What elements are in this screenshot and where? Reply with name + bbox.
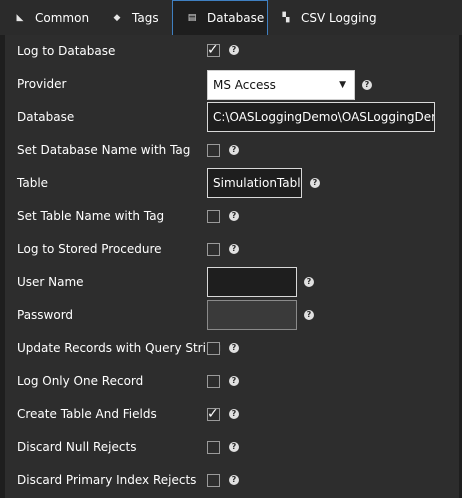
log-to-stored-procedure-checkbox[interactable] [207,243,220,256]
table-label: Table [17,176,49,190]
password-label: Password [17,308,74,322]
user-name-field[interactable] [207,267,297,297]
help-icon[interactable]: ? [229,244,239,254]
help-icon[interactable]: ? [304,277,314,287]
tab-database[interactable]: ▤ Database [172,0,268,35]
check-icon: ✓ [207,42,219,58]
log-to-stored-procedure-label: Log to Stored Procedure [17,242,162,256]
set-database-name-with-tag-checkbox[interactable] [207,144,220,157]
help-icon[interactable]: ? [229,145,239,155]
tab-common-label: Common [35,10,90,25]
provider-value: MS Access [213,78,276,92]
update-records-with-query-string-checkbox[interactable] [207,342,220,355]
discard-null-rejects-label: Discard Null Rejects [17,440,137,454]
help-icon[interactable]: ? [229,343,239,353]
tab-bar: ◣ Common ◆ Tags ▤ Database ▚ CSV Logging [0,0,462,35]
database-label: Database [17,110,75,124]
help-icon[interactable]: ? [304,310,314,320]
common-icon: ◣ [16,12,24,23]
table-field[interactable]: SimulationTable [207,168,302,198]
log-only-one-record-label: Log Only One Record [17,374,144,388]
create-table-and-fields-checkbox[interactable]: ✓ [207,406,220,422]
user-name-label: User Name [17,275,84,289]
tab-tags-label: Tags [132,10,159,25]
help-icon[interactable]: ? [362,80,372,90]
set-table-name-with-tag-checkbox[interactable] [207,210,220,223]
tab-csv-logging[interactable]: ▚ CSV Logging [279,0,379,35]
help-icon[interactable]: ? [229,409,239,419]
update-records-with-query-string-label: Update Records with Query String [17,341,222,355]
tab-csv-logging-label: CSV Logging [301,10,377,25]
tab-database-label: Database [207,11,265,25]
database-settings-panel: Log to Database ✓ ? Provider MS Access ▼… [5,35,459,498]
tab-common[interactable]: ◣ Common [13,0,93,35]
tab-tags[interactable]: ◆ Tags [110,0,170,35]
log-to-database-checkbox[interactable]: ✓ [207,42,220,58]
set-database-name-with-tag-label: Set Database Name with Tag [17,143,191,157]
provider-select[interactable]: MS Access ▼ [207,70,355,100]
set-table-name-with-tag-label: Set Table Name with Tag [17,209,165,223]
help-icon[interactable]: ? [229,475,239,485]
discard-primary-index-rejects-label: Discard Primary Index Rejects [17,473,197,487]
log-to-database-label: Log to Database [17,44,116,58]
help-icon[interactable]: ? [310,178,320,188]
discard-null-rejects-checkbox[interactable] [207,441,220,454]
help-icon[interactable]: ? [229,376,239,386]
log-only-one-record-checkbox[interactable] [207,375,220,388]
csv-logging-icon: ▚ [282,12,290,23]
check-icon: ✓ [207,406,219,422]
password-field[interactable] [207,300,297,330]
create-table-and-fields-label: Create Table And Fields [17,407,157,421]
help-icon[interactable]: ? [229,211,239,221]
chevron-down-icon: ▼ [339,80,346,90]
database-field[interactable]: C:\OASLoggingDemo\OASLoggingDemo [207,102,435,132]
tags-icon: ◆ [113,12,121,23]
help-icon[interactable]: ? [229,45,239,55]
discard-primary-index-rejects-checkbox[interactable] [207,474,220,487]
help-icon[interactable]: ? [229,442,239,452]
provider-label: Provider [17,77,67,91]
database-icon: ▤ [187,13,197,23]
